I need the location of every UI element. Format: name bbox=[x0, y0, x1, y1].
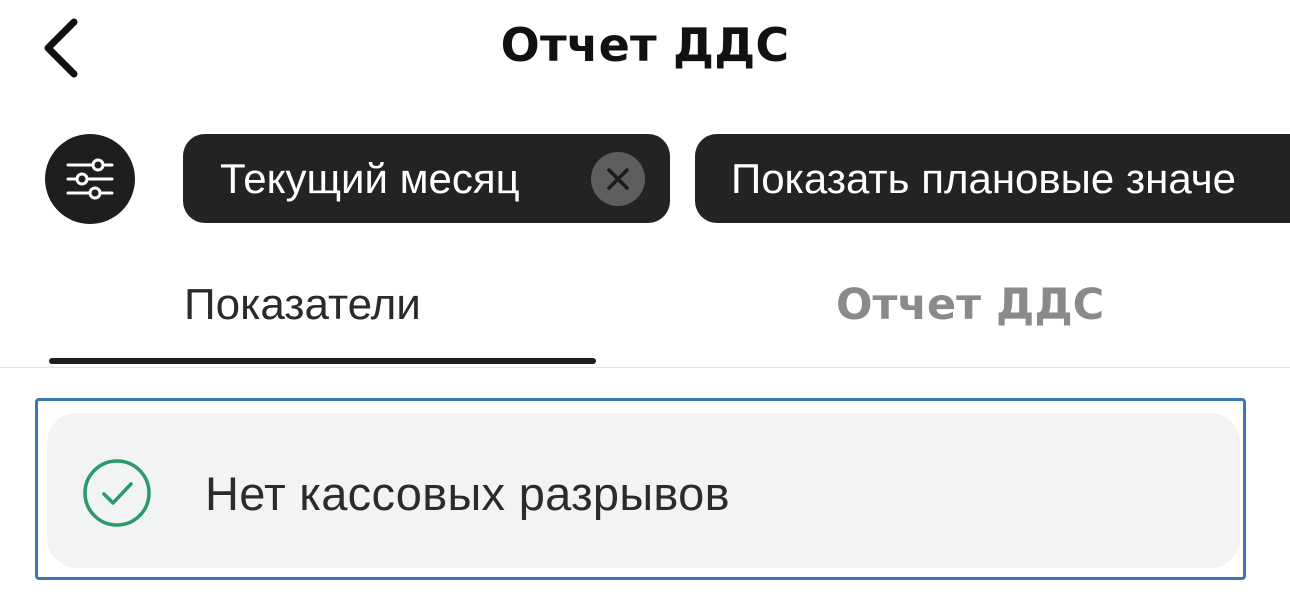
chip-clear-button[interactable] bbox=[591, 152, 645, 206]
tabs-divider bbox=[0, 367, 1290, 368]
sliders-icon bbox=[66, 158, 114, 200]
page-title: Отчет ДДС bbox=[500, 18, 790, 72]
page: Отчет ДДС Текущий месяц Показать плановы… bbox=[0, 0, 1290, 595]
chip-show-plan-values-label: Показать плановые значе bbox=[731, 154, 1237, 202]
chip-current-month[interactable]: Текущий месяц bbox=[183, 134, 670, 223]
chip-show-plan-values[interactable]: Показать плановые значе bbox=[695, 134, 1290, 223]
filter-button[interactable] bbox=[45, 134, 135, 224]
close-icon bbox=[607, 168, 629, 190]
chip-current-month-label: Текущий месяц bbox=[220, 154, 520, 202]
tab-cashflow-report[interactable]: Отчет ДДС bbox=[836, 280, 1104, 330]
active-tab-indicator bbox=[49, 358, 596, 364]
check-circle-icon bbox=[83, 459, 151, 527]
tab-indicators[interactable]: Показатели bbox=[184, 280, 421, 330]
status-text: Нет кассовых разрывов bbox=[205, 467, 730, 520]
